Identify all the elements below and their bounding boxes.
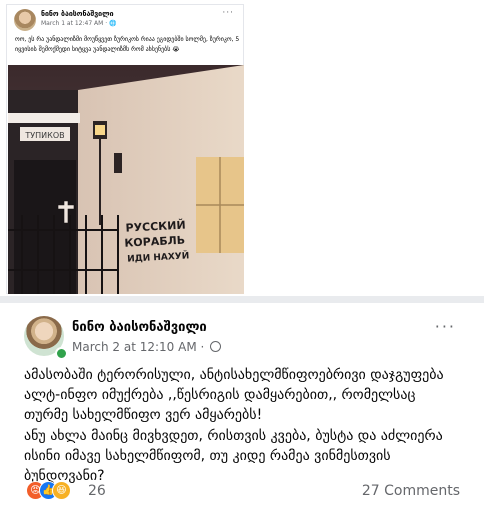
online-status-icon: [55, 347, 68, 360]
shared-post-screenshot: ნინო ბაისონაშვილი March 1 at 12:47 AM · …: [6, 4, 244, 294]
post-text: ამასობაში ტერორისული, ანტისახელმწიფოებრი…: [24, 365, 464, 486]
more-options-icon[interactable]: ···: [222, 8, 234, 18]
post-author[interactable]: ნინო ბაისონაშვილი: [41, 10, 114, 18]
haha-icon: 😆: [52, 481, 71, 500]
post-timestamp[interactable]: March 2 at 12:10 AM: [72, 340, 197, 354]
post-meta: March 2 at 12:10 AM ·: [72, 340, 222, 354]
facebook-post: ნინო ბაისონაშვილი March 2 at 12:10 AM · …: [0, 303, 478, 507]
post-author[interactable]: ნინო ბაისონაშვილი: [72, 320, 207, 335]
post-line: თურმე სახელმწიფო ვერ ამყარებს!: [24, 407, 263, 424]
divider: [0, 296, 484, 303]
globe-icon: [210, 341, 222, 352]
meta-separator: ·: [200, 340, 205, 354]
post-timestamp[interactable]: March 1 at 12:47 AM · 🌐: [41, 20, 117, 27]
comments-link[interactable]: 27 Comments: [362, 483, 460, 499]
reaction-count[interactable]: 26: [88, 483, 106, 499]
post-line: ალტ-ინფო იმუქრება ,,წესრიგის დამყარებით,…: [24, 387, 416, 404]
post-line: ანუ ახლა მაინც მივხვდეთ, რისთვის კვება, …: [24, 427, 443, 444]
avatar[interactable]: [14, 9, 36, 31]
building-photo: ТУПИКОВ РУССКИЙ КОРАБЛЬ ИДИ НАХУЙ: [8, 65, 244, 294]
post-line: ისინი იმავე სახელმწიფომ, თუ კიდე რამეა ვ…: [24, 447, 391, 464]
post-text: ოო, ეს რა უანდალიზმი მოუწყვეთ ზურიკოს რი…: [15, 36, 240, 53]
door-sign: ТУПИКОВ: [24, 131, 64, 140]
post-photo[interactable]: ТУПИКОВ РУССКИЙ КОРАБЛЬ ИДИ НАХУЙ: [8, 65, 244, 294]
more-options-icon[interactable]: ···: [435, 317, 456, 336]
post-line: ამასობაში ტერორისული, ანტისახელმწიფოებრი…: [24, 367, 444, 383]
photo-sign-top: ТУПИКОВ: [24, 131, 64, 140]
